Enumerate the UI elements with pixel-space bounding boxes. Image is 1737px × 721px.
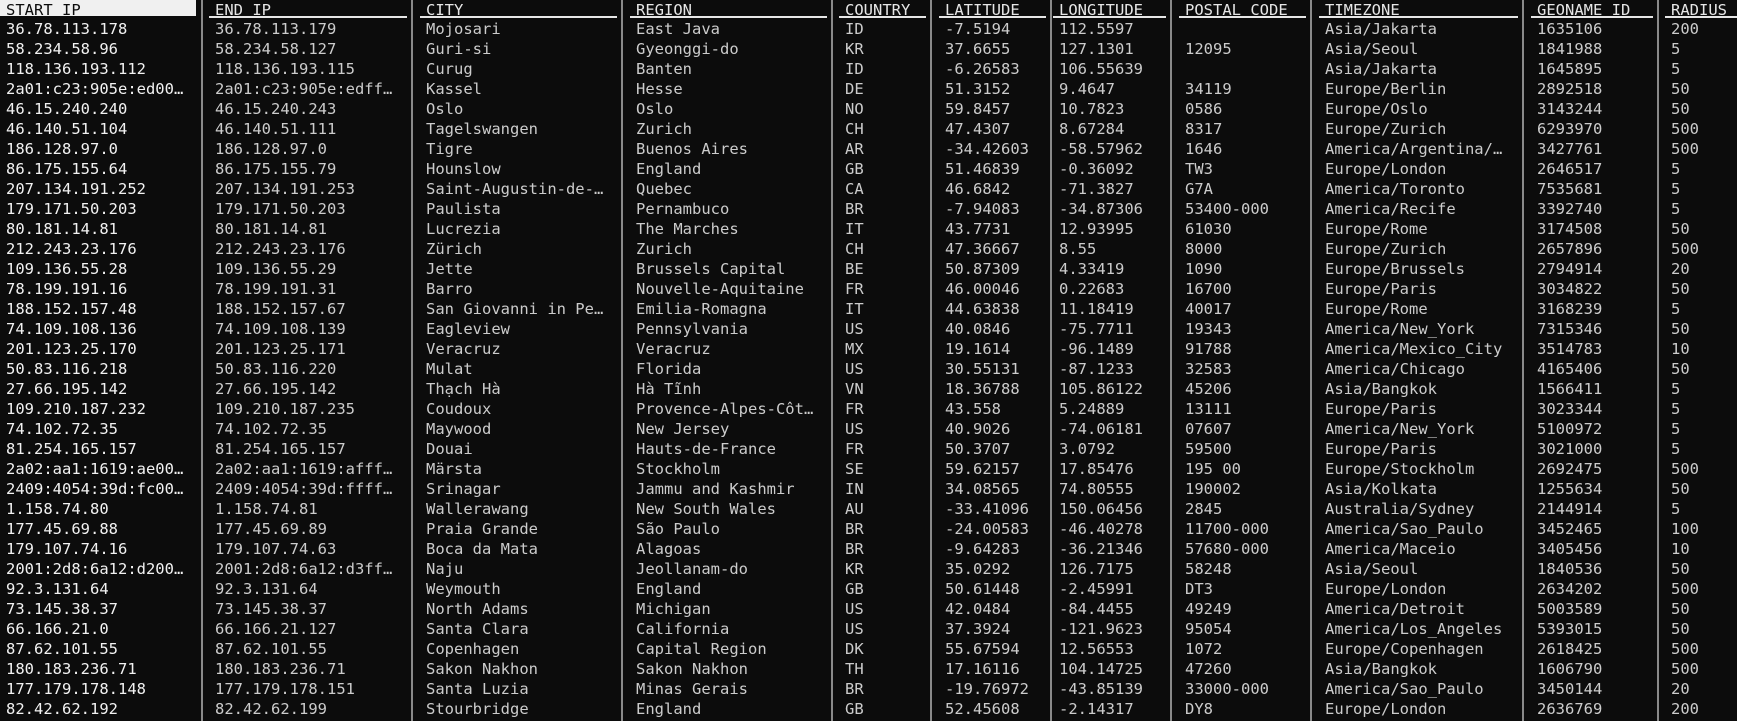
cell-radius[interactable]: 100 bbox=[1671, 519, 1737, 539]
cell-radius[interactable]: 5 bbox=[1671, 299, 1737, 319]
cell-radius[interactable]: 10 bbox=[1671, 539, 1737, 559]
cell-radius[interactable]: 20 bbox=[1671, 679, 1737, 699]
cell-radius[interactable]: 5 bbox=[1671, 179, 1737, 199]
cell-radius[interactable]: 50 bbox=[1671, 219, 1737, 239]
cell-radius[interactable]: 5 bbox=[1671, 199, 1737, 219]
cell-radius[interactable]: 5 bbox=[1671, 379, 1737, 399]
cell-radius[interactable]: 500 bbox=[1671, 239, 1737, 259]
cell-radius[interactable]: 5 bbox=[1671, 59, 1737, 79]
cell-radius[interactable]: 500 bbox=[1671, 119, 1737, 139]
cell-radius[interactable]: 50 bbox=[1671, 79, 1737, 99]
cell-radius[interactable]: 5 bbox=[1671, 399, 1737, 419]
cell-radius[interactable]: 50 bbox=[1671, 599, 1737, 619]
cell-radius[interactable]: 50 bbox=[1671, 99, 1737, 119]
cell-radius[interactable]: 50 bbox=[1671, 359, 1737, 379]
column-radius: RADIUS 200 5 5 50 50 500 500 5 5 5 50 500 20 50 5 50 10 50… bbox=[0, 0, 1737, 721]
header-underline bbox=[1665, 16, 1737, 18]
cell-radius[interactable]: 5 bbox=[1671, 419, 1737, 439]
cell-radius[interactable]: 5 bbox=[1671, 39, 1737, 59]
cell-radius[interactable]: 500 bbox=[1671, 659, 1737, 679]
cell-radius[interactable]: 10 bbox=[1671, 339, 1737, 359]
cell-radius[interactable]: 200 bbox=[1671, 19, 1737, 39]
cell-radius[interactable]: 50 bbox=[1671, 279, 1737, 299]
cell-radius[interactable]: 50 bbox=[1671, 559, 1737, 579]
cell-radius[interactable]: 50 bbox=[1671, 479, 1737, 499]
cell-radius[interactable]: 500 bbox=[1671, 459, 1737, 479]
cell-radius[interactable]: 20 bbox=[1671, 259, 1737, 279]
cell-radius[interactable]: 5 bbox=[1671, 499, 1737, 519]
cell-radius[interactable]: 500 bbox=[1671, 579, 1737, 599]
cell-radius[interactable]: 500 bbox=[1671, 139, 1737, 159]
column-header-radius[interactable]: RADIUS bbox=[1665, 0, 1737, 18]
csv-table-view: START_IP 36.78.113.178 58.234.58.96 118.136… bbox=[0, 0, 1737, 721]
cell-radius[interactable]: 5 bbox=[1671, 159, 1737, 179]
cell-radius[interactable]: 500 bbox=[1671, 639, 1737, 659]
cell-radius[interactable]: 50 bbox=[1671, 619, 1737, 639]
cell-radius[interactable]: 200 bbox=[1671, 699, 1737, 719]
cell-radius[interactable]: 50 bbox=[1671, 319, 1737, 339]
cell-radius[interactable]: 5 bbox=[1671, 439, 1737, 459]
